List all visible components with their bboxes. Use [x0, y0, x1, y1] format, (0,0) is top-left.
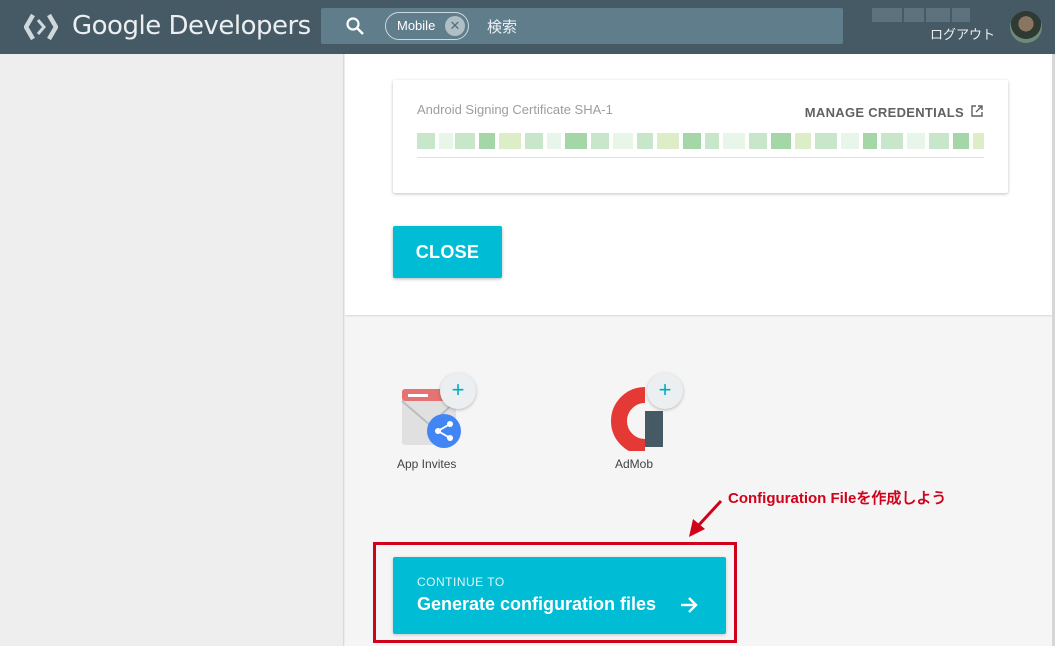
arrow-right-icon [681, 597, 698, 613]
google-developers-logo-icon[interactable] [24, 12, 58, 42]
add-admob-icon[interactable]: + [647, 373, 683, 409]
open-in-new-icon[interactable] [970, 104, 984, 118]
apis-section: + App Invites + AdMob Configuration File… [345, 317, 1055, 646]
add-app-invites-icon[interactable]: + [440, 373, 476, 409]
api-tile-admob[interactable]: + AdMob [605, 373, 685, 473]
continue-button[interactable]: CONTINUE TO Generate configuration files [393, 557, 726, 634]
api-label-admob: AdMob [615, 457, 654, 471]
filter-chip-label: Mobile [397, 18, 436, 33]
annotation-arrow-icon [689, 499, 723, 537]
avatar[interactable] [1010, 11, 1042, 43]
credentials-section: Android Signing Certificate SHA-1 MANAGE… [345, 54, 1055, 316]
divider [417, 157, 984, 158]
logout-link[interactable]: ログアウト [930, 24, 995, 43]
manage-credentials-link[interactable]: MANAGE CREDENTIALS [805, 105, 964, 120]
left-sidebar [0, 54, 344, 646]
api-tile-app-invites[interactable]: + App Invites [393, 373, 476, 473]
search-icon[interactable] [345, 16, 365, 36]
top-header: Google Developers Mobile ✕ 検索 ログアウト [0, 0, 1055, 54]
sha1-label: Android Signing Certificate SHA-1 [417, 102, 613, 117]
api-label-app-invites: App Invites [397, 457, 457, 471]
continue-small-label: CONTINUE TO [417, 575, 505, 589]
filter-chip[interactable]: Mobile ✕ [385, 12, 469, 40]
annotation-text: Configuration Fileを作成しよう [728, 490, 947, 507]
main-content: Android Signing Certificate SHA-1 MANAGE… [345, 54, 1055, 646]
sha1-card: Android Signing Certificate SHA-1 MANAGE… [393, 80, 1008, 193]
continue-big-label: Generate configuration files [417, 594, 657, 614]
close-button[interactable]: CLOSE [393, 226, 502, 278]
sha1-value-redacted [417, 130, 984, 150]
brand-title[interactable]: Google Developers [72, 11, 311, 41]
search-bar[interactable]: Mobile ✕ 検索 [321, 8, 843, 44]
chip-remove-icon[interactable]: ✕ [445, 16, 465, 36]
search-input[interactable]: 検索 [487, 16, 517, 37]
